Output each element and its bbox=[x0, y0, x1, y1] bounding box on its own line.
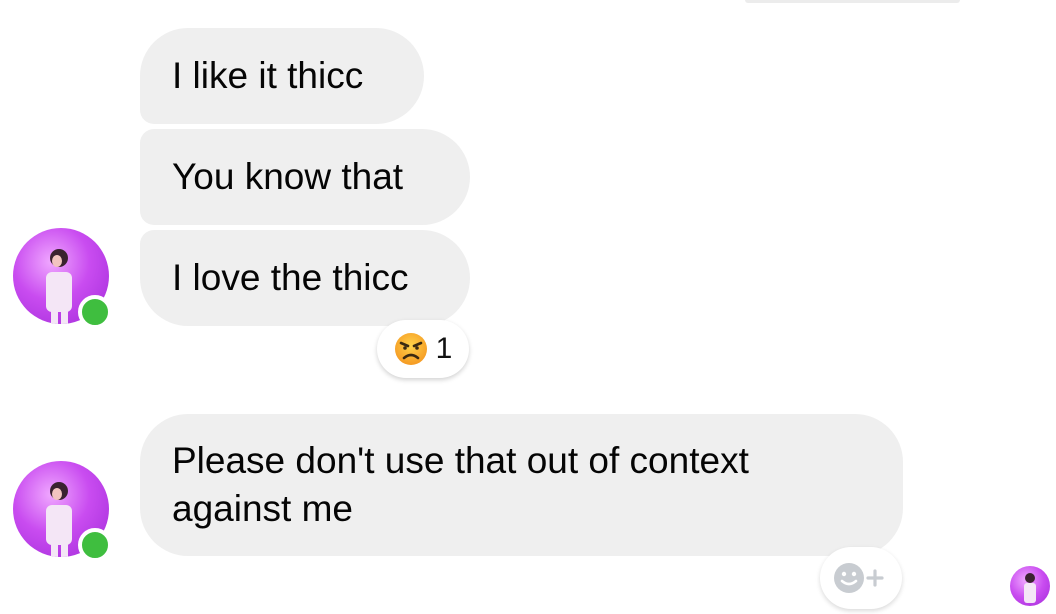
online-status-dot bbox=[78, 528, 112, 562]
person-silhouette-icon bbox=[1024, 573, 1036, 603]
reaction-pill[interactable]: 1 bbox=[377, 320, 469, 378]
add-reaction-icon bbox=[834, 563, 884, 593]
person-silhouette-icon bbox=[46, 482, 72, 557]
person-silhouette-icon bbox=[46, 249, 72, 324]
online-status-dot bbox=[78, 295, 112, 329]
message-bubble[interactable]: You know that bbox=[140, 129, 470, 225]
message-text: I like it thicc bbox=[172, 55, 364, 96]
previous-message-edge bbox=[745, 0, 960, 3]
message-bubble[interactable]: Please don't use that out of context aga… bbox=[140, 414, 903, 556]
message-text: Please don't use that out of context aga… bbox=[172, 440, 749, 529]
angry-face-icon bbox=[394, 333, 427, 365]
seen-receipt-avatar bbox=[1010, 566, 1050, 606]
message-bubble[interactable]: I love the thicc bbox=[140, 230, 470, 326]
add-reaction-button[interactable] bbox=[820, 547, 902, 609]
message-text: I love the thicc bbox=[172, 257, 409, 298]
message-bubble[interactable]: I like it thicc bbox=[140, 28, 424, 124]
reaction-count: 1 bbox=[435, 332, 453, 365]
message-text: You know that bbox=[172, 156, 404, 197]
